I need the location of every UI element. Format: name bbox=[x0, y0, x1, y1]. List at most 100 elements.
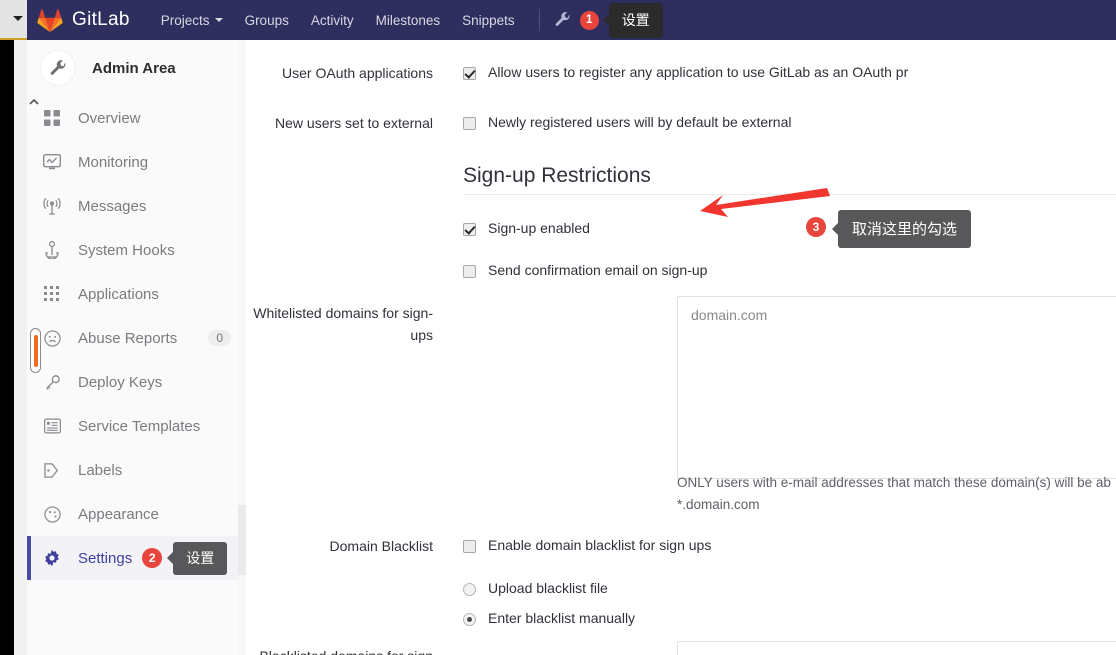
send-confirmation-row: Send confirmation email on sign-up bbox=[247, 262, 707, 278]
annotation-tooltip: 取消这里的勾选 bbox=[831, 210, 972, 248]
signup-enabled-checkbox[interactable] bbox=[463, 223, 476, 236]
navbar-step-badge: 1 bbox=[579, 10, 599, 30]
whitelisted-domains-placeholder: domain.com bbox=[691, 307, 768, 323]
domain-blacklist-label: Domain Blacklist bbox=[329, 538, 433, 554]
signup-enabled-spacer bbox=[247, 220, 433, 236]
gitlab-admin-settings-screen: GitLab Projects Groups Activity Mileston… bbox=[0, 0, 1116, 655]
settings-step-badge: 2 bbox=[142, 548, 163, 568]
enable-domain-blacklist-label: Enable domain blacklist for sign ups bbox=[488, 537, 712, 553]
admin-sidebar: Admin Area Overview Monitoring Messages bbox=[27, 40, 246, 655]
wrench-icon[interactable] bbox=[554, 11, 572, 29]
brand-name: GitLab bbox=[72, 9, 130, 30]
allow-oauth-checkbox[interactable] bbox=[463, 67, 476, 80]
strip-top-panel bbox=[0, 0, 27, 38]
whitelisted-domains-label-line2: ups bbox=[410, 327, 433, 343]
sidebar-item-system-hooks[interactable]: System Hooks bbox=[27, 228, 245, 272]
frown-face-icon bbox=[40, 327, 64, 349]
enable-domain-blacklist-checkbox[interactable] bbox=[463, 540, 476, 553]
sidebar-item-messages[interactable]: Messages bbox=[27, 184, 245, 228]
sidebar-item-labels[interactable]: Labels bbox=[27, 448, 245, 492]
send-confirmation-spacer bbox=[247, 262, 433, 278]
left-chrome-strip bbox=[0, 0, 41, 655]
nav-link-activity[interactable]: Activity bbox=[311, 13, 354, 28]
top-navbar: GitLab Projects Groups Activity Mileston… bbox=[27, 0, 1116, 40]
sidebar-item-overview[interactable]: Overview bbox=[27, 96, 245, 140]
navbar-links: Projects Groups Activity Milestones Snip… bbox=[161, 2, 663, 38]
abuse-reports-count: 0 bbox=[208, 330, 231, 346]
blacklisted-domains-label: Blacklisted domains for sign bbox=[247, 648, 433, 655]
nav-link-groups[interactable]: Groups bbox=[245, 13, 289, 28]
oauth-applications-field: Allow users to register any application … bbox=[463, 64, 908, 83]
sidebar-item-label: Deploy Keys bbox=[78, 373, 163, 391]
send-confirmation-field: Send confirmation email on sign-up bbox=[463, 262, 707, 278]
sidebar-item-label: Service Templates bbox=[78, 417, 201, 435]
signup-restrictions-heading: Sign-up Restrictions bbox=[463, 164, 651, 187]
new-users-external-checkbox[interactable] bbox=[463, 117, 476, 130]
whitelisted-domains-label: Whitelisted domains for sign- ups bbox=[247, 302, 433, 346]
chevron-down-icon bbox=[214, 18, 223, 22]
sidebar-item-label: Labels bbox=[78, 461, 123, 479]
send-confirmation-checkbox[interactable] bbox=[463, 265, 476, 278]
page-scrollbar-track[interactable] bbox=[14, 40, 41, 655]
sidebar-item-label: Settings bbox=[78, 549, 133, 567]
avatar bbox=[40, 50, 76, 86]
annotation-step-badge: 3 bbox=[806, 217, 826, 237]
sidebar-item-settings[interactable]: Settings 2 设置 bbox=[27, 536, 245, 580]
sidebar-header[interactable]: Admin Area bbox=[27, 40, 245, 96]
sidebar-item-label: Overview bbox=[78, 109, 141, 127]
monitor-icon bbox=[40, 151, 64, 173]
settings-tooltip: 设置 bbox=[167, 541, 228, 575]
chevron-up-icon[interactable] bbox=[29, 99, 39, 105]
apps-grid-icon bbox=[40, 283, 64, 305]
enter-blacklist-manually-radio[interactable] bbox=[463, 613, 476, 626]
signup-enabled-row: Sign-up enabled bbox=[247, 220, 590, 236]
window-edge-black bbox=[0, 40, 14, 655]
sidebar-item-appearance[interactable]: Appearance bbox=[27, 492, 245, 536]
nav-link-snippets[interactable]: Snippets bbox=[462, 13, 515, 28]
upload-blacklist-label: Upload blacklist file bbox=[488, 580, 608, 596]
new-users-external-text: Newly registered users will by default b… bbox=[488, 114, 792, 130]
settings-content: User OAuth applications Allow users to r… bbox=[247, 40, 1116, 655]
sidebar-title: Admin Area bbox=[92, 59, 176, 77]
manual-blacklist-radio-row: Enter blacklist manually bbox=[463, 610, 635, 626]
navbar-divider bbox=[538, 9, 540, 31]
template-icon bbox=[40, 415, 64, 437]
signup-enabled-field: Sign-up enabled bbox=[463, 220, 590, 236]
upload-blacklist-radio[interactable] bbox=[463, 583, 476, 596]
sidebar-item-applications[interactable]: Applications bbox=[27, 272, 245, 316]
wrench-icon bbox=[50, 59, 65, 75]
label-tag-icon bbox=[40, 459, 64, 481]
brand[interactable]: GitLab bbox=[37, 8, 130, 33]
page-scrollbar-thumb[interactable] bbox=[30, 328, 41, 373]
sidebar-scrollbar-thumb[interactable] bbox=[238, 505, 246, 575]
oauth-applications-label: User OAuth applications bbox=[282, 65, 433, 81]
new-users-external-label: New users set to external bbox=[275, 115, 433, 131]
blacklisted-domains-textarea[interactable]: domain.com bbox=[677, 641, 1116, 655]
key-icon bbox=[40, 371, 64, 393]
navbar-tooltip: 设置 bbox=[602, 2, 663, 38]
sidebar-item-label: Abuse Reports bbox=[78, 329, 178, 347]
sidebar-item-label: Applications bbox=[78, 285, 159, 303]
chevron-down-icon[interactable] bbox=[13, 16, 23, 21]
palette-icon bbox=[40, 503, 64, 525]
nav-link-projects-label: Projects bbox=[160, 12, 210, 28]
sidebar-item-abuse-reports[interactable]: Abuse Reports 0 bbox=[27, 316, 245, 360]
gitlab-fox-logo-icon bbox=[37, 8, 63, 32]
whitelisted-domains-help-line2: *.domain.com bbox=[677, 497, 760, 512]
sidebar-item-deploy-keys[interactable]: Deploy Keys bbox=[27, 360, 245, 404]
whitelisted-domains-textarea[interactable]: domain.com bbox=[677, 296, 1116, 479]
grid-icon bbox=[40, 107, 64, 129]
scrollbar-thumb-fill bbox=[34, 335, 38, 367]
sidebar-item-label: Appearance bbox=[78, 505, 159, 523]
sidebar-item-label: Messages bbox=[78, 197, 147, 215]
sidebar-item-service-templates[interactable]: Service Templates bbox=[27, 404, 245, 448]
sidebar-item-monitoring[interactable]: Monitoring bbox=[27, 140, 245, 184]
whitelisted-domains-label-line1: Whitelisted domains for sign- bbox=[253, 305, 433, 321]
broadcast-icon bbox=[40, 195, 64, 217]
nav-link-milestones[interactable]: Milestones bbox=[376, 13, 441, 28]
sidebar-item-label: Monitoring bbox=[78, 153, 149, 171]
oauth-applications-row: User OAuth applications Allow users to r… bbox=[247, 64, 908, 83]
domain-blacklist-row: Domain Blacklist Enable domain blacklist… bbox=[247, 537, 712, 556]
whitelisted-domains-help-line1: ONLY users with e-mail addresses that ma… bbox=[677, 475, 1111, 490]
nav-link-projects[interactable]: Projects bbox=[161, 13, 223, 28]
